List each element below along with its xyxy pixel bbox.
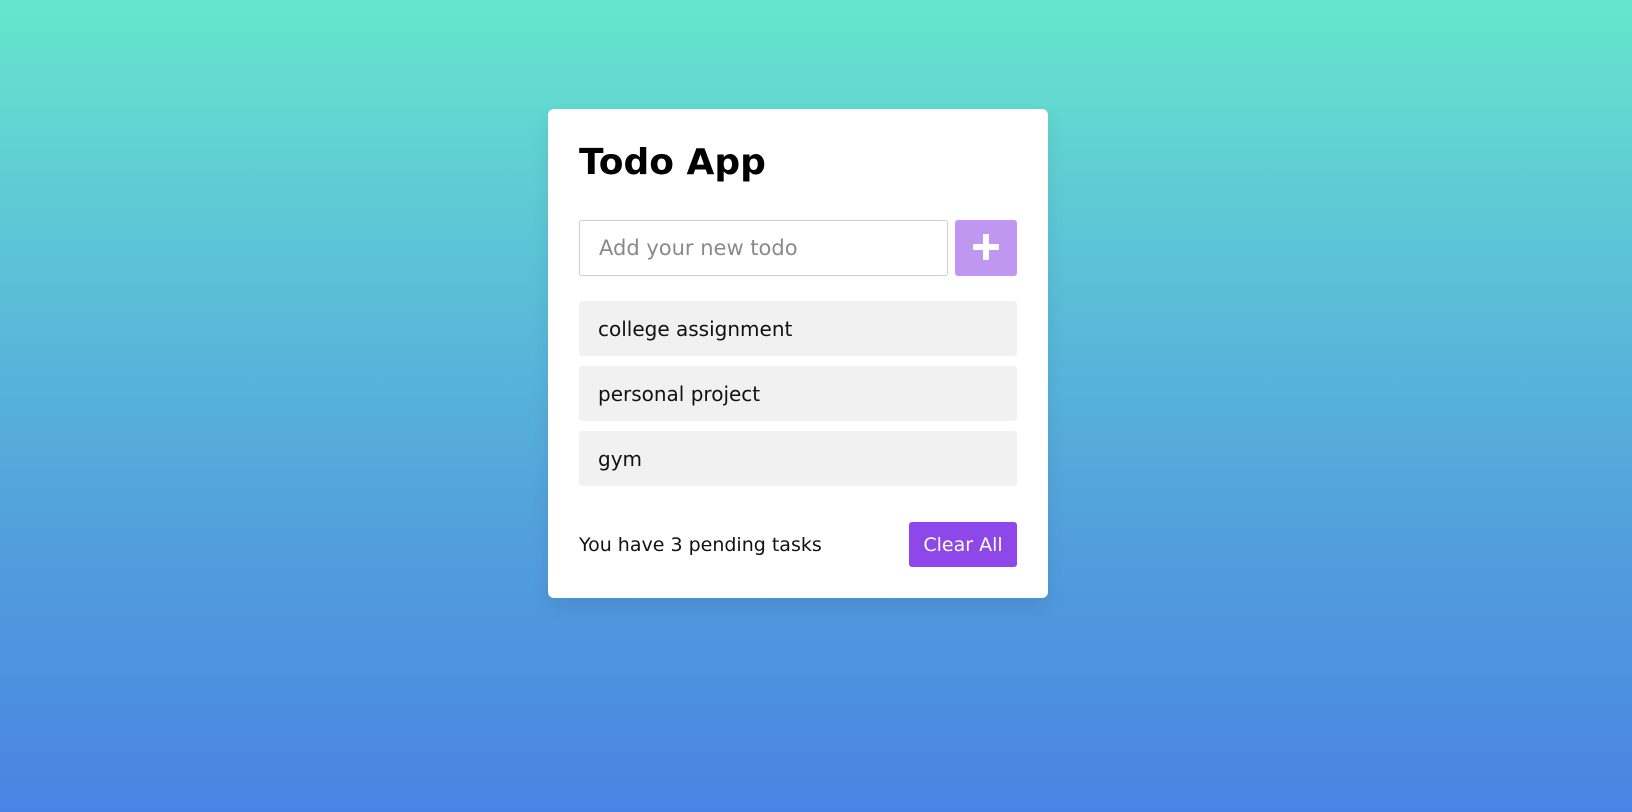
- pending-count-text: You have 3 pending tasks: [579, 533, 822, 556]
- todo-card: Todo App college assignment personal pro…: [548, 109, 1048, 598]
- todo-item-label: personal project: [598, 381, 761, 406]
- plus-icon: [973, 233, 999, 263]
- todo-list: college assignment personal project gym: [579, 301, 1017, 486]
- todo-item[interactable]: gym: [579, 431, 1017, 486]
- todo-footer: You have 3 pending tasks Clear All: [579, 522, 1017, 567]
- app-title: Todo App: [579, 142, 766, 183]
- todo-item[interactable]: college assignment: [579, 301, 1017, 356]
- todo-item-label: gym: [598, 446, 643, 471]
- add-todo-button[interactable]: [955, 220, 1017, 276]
- add-todo-row: [579, 220, 1017, 276]
- todo-item[interactable]: personal project: [579, 366, 1017, 421]
- todo-item-label: college assignment: [598, 316, 793, 341]
- clear-all-button[interactable]: Clear All: [909, 522, 1017, 567]
- todo-input[interactable]: [579, 220, 948, 276]
